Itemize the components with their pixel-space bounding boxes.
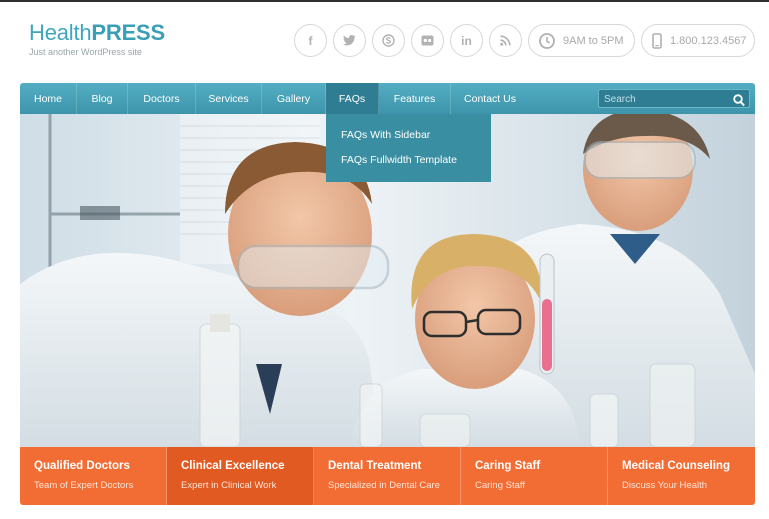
clock-icon [539, 32, 555, 49]
site-tagline: Just another WordPress site [29, 47, 142, 57]
skype-shape [382, 34, 395, 47]
twitter-icon[interactable] [333, 24, 366, 57]
dropdown-item-faqs-with-sidebar[interactable]: FAQs With Sidebar [341, 129, 430, 141]
feature-qualified-doctors[interactable]: Qualified Doctors Team of Expert Doctors [20, 447, 167, 505]
feature-title: Medical Counseling [622, 460, 730, 472]
feature-clinical-excellence[interactable]: Clinical Excellence Expert in Clinical W… [167, 447, 314, 505]
feature-title: Dental Treatment [328, 460, 422, 472]
phone-text: 1.800.123.4567 [670, 34, 747, 47]
nav-faqs[interactable]: FAQs [326, 83, 379, 114]
phone-icon [652, 32, 662, 49]
nav-services[interactable]: Services [196, 83, 262, 114]
feature-dental-treatment[interactable]: Dental Treatment Specialized in Dental C… [314, 447, 461, 505]
nav-contact-us[interactable]: Contact Us [451, 83, 529, 114]
opening-hours: 9AM to 5PM [528, 24, 635, 57]
search-input[interactable] [604, 91, 724, 107]
nav-home[interactable]: Home [20, 83, 77, 114]
top-border [0, 0, 769, 2]
features-bar: Qualified Doctors Team of Expert Doctors… [20, 447, 755, 505]
flickr-shape [421, 35, 434, 46]
nav-doctors[interactable]: Doctors [128, 83, 196, 114]
feature-subtitle: Discuss Your Health [622, 480, 708, 491]
rss-shape [500, 35, 511, 46]
linkedin-glyph: in [461, 33, 472, 48]
feature-subtitle: Team of Expert Doctors [34, 480, 134, 491]
logo-name-bold: PRESS [91, 20, 165, 45]
twitter-bird-shape [343, 35, 356, 46]
feature-subtitle: Caring Staff [475, 480, 525, 491]
flickr-icon[interactable] [411, 24, 444, 57]
logo-title: HealthPRESS [29, 20, 165, 46]
facebook-icon[interactable]: f [294, 24, 327, 57]
site-logo[interactable]: HealthPRESS Just another WordPress site [29, 20, 165, 57]
nav-features[interactable]: Features [379, 83, 451, 114]
nav-blog[interactable]: Blog [77, 83, 128, 114]
feature-title: Clinical Excellence [181, 460, 285, 472]
feature-subtitle: Specialized in Dental Care [328, 480, 440, 491]
logo-name-light: Health [29, 20, 92, 45]
rss-icon[interactable] [489, 24, 522, 57]
hours-text: 9AM to 5PM [563, 34, 624, 47]
faqs-dropdown-menu: FAQs With Sidebar FAQs Fullwidth Templat… [326, 114, 491, 182]
feature-subtitle: Expert in Clinical Work [181, 480, 277, 491]
feature-title: Caring Staff [475, 460, 541, 472]
feature-caring-staff[interactable]: Caring Staff Caring Staff [461, 447, 608, 505]
search-icon[interactable] [733, 92, 745, 111]
facebook-glyph: f [308, 33, 313, 48]
nav-gallery[interactable]: Gallery [262, 83, 326, 114]
feature-title: Qualified Doctors [34, 460, 130, 472]
dropdown-item-faqs-fullwidth[interactable]: FAQs Fullwidth Template [341, 154, 457, 166]
linkedin-icon[interactable]: in [450, 24, 483, 57]
phone-number[interactable]: 1.800.123.4567 [641, 24, 755, 57]
search-box [598, 89, 750, 108]
feature-medical-counseling[interactable]: Medical Counseling Discuss Your Health [608, 447, 755, 505]
skype-icon[interactable] [372, 24, 405, 57]
